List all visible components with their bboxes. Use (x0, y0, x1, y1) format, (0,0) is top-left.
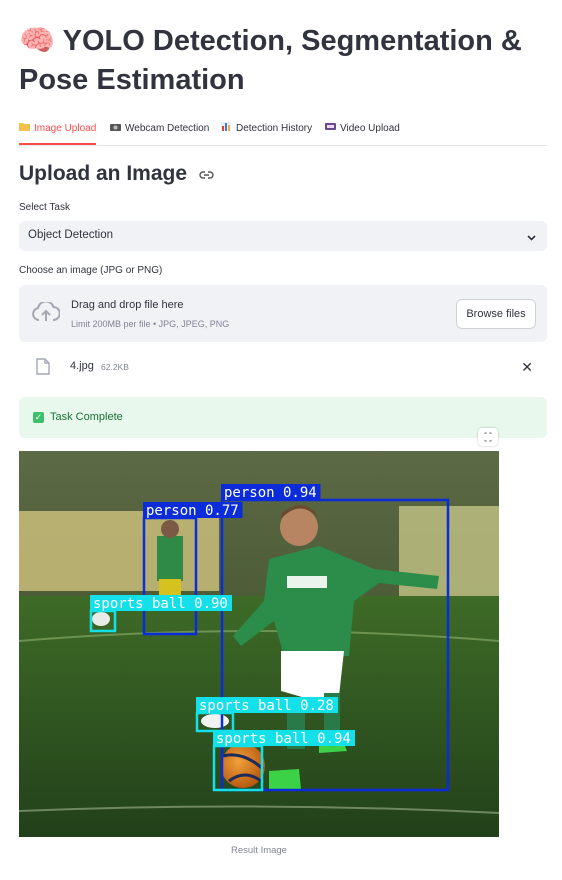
close-icon[interactable]: ✕ (521, 359, 533, 376)
tab-video-upload[interactable]: Video Upload (325, 119, 400, 144)
tab-label: Image Upload (34, 123, 97, 134)
checkmark-icon: ✓ (33, 412, 44, 423)
fullscreen-icon[interactable] (478, 428, 498, 446)
task-select-value: Object Detection (28, 229, 114, 241)
file-name: 4.jpg (70, 360, 94, 372)
photo-background (19, 511, 219, 591)
uploaded-file: 4.jpg 62.2KB ✕ (19, 355, 547, 381)
tab-webcam-detection[interactable]: Webcam Detection (110, 119, 209, 144)
link-icon[interactable] (199, 162, 214, 186)
chart-icon (221, 119, 233, 137)
tab-label: Detection History (236, 123, 313, 134)
tab-image-upload[interactable]: Image Upload (19, 119, 97, 145)
result-image-canvas: person 0.94 person 0.77 sports ball 0.90 sp… (19, 451, 499, 837)
photo-ball (92, 612, 110, 626)
tab-detection-history[interactable]: Detection History (221, 119, 312, 144)
success-message: Task Complete (50, 411, 123, 423)
upload-limit: Limit 200MB per file • JPG, JPEG, PNG (71, 319, 230, 329)
section-title: Upload an Image (19, 162, 188, 185)
result-image: person 0.94 person 0.77 sports ball 0.90 sp… (19, 451, 499, 837)
tab-bar: Image Upload Webcam Detection Detection … (19, 119, 547, 146)
uploader-label: Choose an image (JPG or PNG) (19, 265, 163, 276)
drop-instruction: Drag and drop file here (71, 299, 184, 311)
detection-label: sports ball 0.28 (199, 698, 334, 714)
section-heading: Upload an Image (19, 162, 214, 186)
detection-label: sports ball 0.90 (93, 596, 228, 612)
browse-files-button[interactable]: Browse files (456, 299, 536, 329)
tab-label: Video Upload (340, 123, 400, 134)
tab-label: Webcam Detection (125, 123, 210, 134)
file-dropzone[interactable]: Drag and drop file here Limit 200MB per … (19, 285, 547, 342)
photo-ball (201, 714, 229, 728)
task-label: Select Task (19, 202, 70, 213)
file-size: 62.2KB (101, 362, 129, 372)
page-title: 🧠 YOLO Detection, Segmentation & Pose Es… (19, 25, 522, 96)
result-caption: Result Image (231, 845, 287, 856)
detection-label: person 0.77 (146, 503, 239, 519)
folder-icon (19, 119, 31, 137)
cloud-upload-icon (32, 300, 61, 327)
task-select[interactable]: Object Detection (19, 221, 547, 251)
success-alert: ✓ Task Complete (19, 397, 547, 438)
video-icon (325, 119, 337, 137)
detection-label: sports ball 0.94 (216, 731, 351, 747)
file-icon (36, 358, 50, 380)
camera-icon (110, 119, 122, 137)
chevron-down-icon (526, 230, 537, 248)
detection-label: person 0.94 (224, 485, 317, 501)
